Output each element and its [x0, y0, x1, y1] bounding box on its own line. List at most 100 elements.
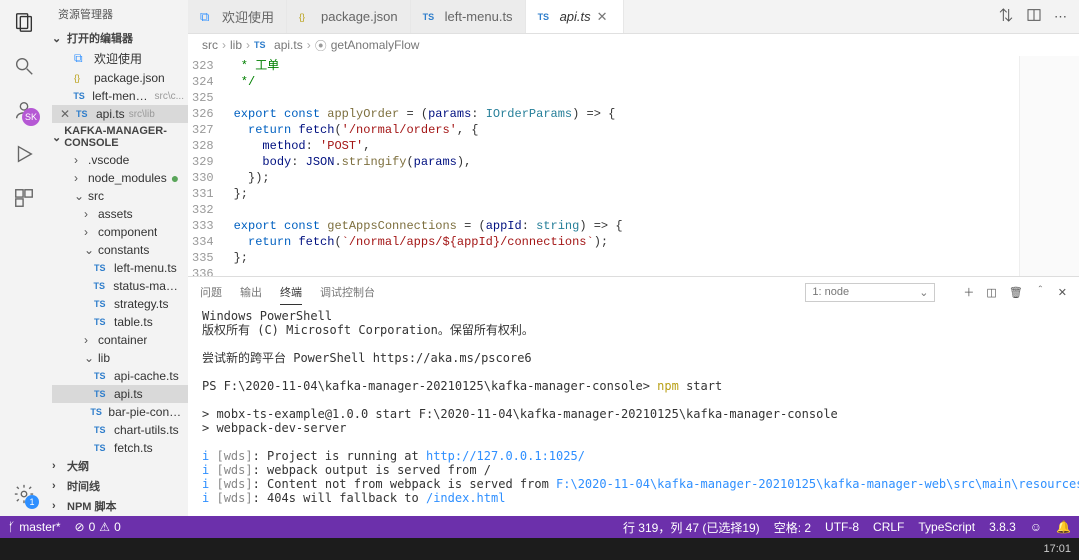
- tree-item[interactable]: TSapi.ts: [52, 385, 188, 403]
- ts-icon: TS: [94, 425, 110, 435]
- chevron-icon: ⌄: [74, 189, 84, 203]
- editor-tab[interactable]: TSleft-menu.ts: [411, 0, 526, 33]
- breadcrumb[interactable]: src› lib› TS api.ts› ⦿ getAnomalyFlow: [188, 34, 1079, 56]
- vscode-icon: ⧉: [74, 51, 90, 66]
- explorer-icon[interactable]: [12, 10, 36, 34]
- open-editor-item[interactable]: ✕TSapi.ts src\lib: [52, 105, 188, 123]
- activity-bar: SK 1: [0, 0, 48, 516]
- ts-icon: TS: [94, 317, 110, 327]
- ts-icon: TS: [423, 12, 439, 22]
- tree-item[interactable]: TSstatus-map.ts: [52, 277, 188, 295]
- open-editor-item[interactable]: TSleft-menu.ts src\c...: [52, 87, 188, 105]
- settings-icon[interactable]: 1: [12, 482, 36, 506]
- panel-tab[interactable]: 输出: [240, 280, 262, 305]
- method-icon: ⦿: [315, 37, 327, 54]
- ts-icon: TS: [94, 443, 110, 453]
- chevron-icon: ⌄: [84, 243, 94, 257]
- split-editor-icon[interactable]: [1026, 7, 1042, 26]
- compare-icon[interactable]: [998, 7, 1014, 26]
- outline-section[interactable]: ›大纲: [48, 456, 188, 476]
- split-terminal-icon[interactable]: ◫: [986, 286, 996, 299]
- open-editor-item[interactable]: ⧉欢迎使用: [52, 48, 188, 69]
- run-icon[interactable]: [12, 142, 36, 166]
- terminal-selector[interactable]: 1: node⌄: [805, 283, 935, 302]
- editor-tab[interactable]: TSapi.ts✕: [526, 0, 624, 33]
- tree-item[interactable]: TSstrategy.ts: [52, 295, 188, 313]
- editor-tab[interactable]: ⧉欢迎使用: [188, 0, 287, 33]
- indent-indicator[interactable]: 空格: 2: [774, 519, 811, 536]
- close-icon[interactable]: ✕: [60, 107, 72, 121]
- clock: 17:01: [1043, 543, 1071, 555]
- tree-item[interactable]: TSchart-utils.ts: [52, 421, 188, 439]
- sidebar-title: 资源管理器: [48, 0, 188, 28]
- tree-item[interactable]: TStable.ts: [52, 313, 188, 331]
- sidebar: 资源管理器 ⌄打开的编辑器 ⧉欢迎使用{}package.jsonTSleft-…: [48, 0, 188, 516]
- chevron-icon: ›: [84, 333, 94, 347]
- open-editor-item[interactable]: {}package.json: [52, 69, 188, 87]
- open-editors-section[interactable]: ⌄打开的编辑器: [48, 28, 188, 48]
- eol-indicator[interactable]: CRLF: [873, 520, 904, 534]
- ts-icon: TS: [94, 299, 110, 309]
- tree-item[interactable]: ›component: [52, 223, 188, 241]
- tree-item[interactable]: ›node_modules●: [52, 169, 188, 187]
- tree-item[interactable]: ›assets: [52, 205, 188, 223]
- bell-icon[interactable]: 🔔: [1056, 520, 1071, 534]
- ts-icon: TS: [90, 407, 104, 417]
- panel-tab[interactable]: 问题: [200, 280, 222, 305]
- cursor-position[interactable]: 行 319，列 47 (已选择19): [623, 519, 760, 536]
- tree-item[interactable]: ⌄lib: [52, 349, 188, 367]
- tree-item[interactable]: TSleft-menu.ts: [52, 259, 188, 277]
- ts-icon: TS: [76, 109, 92, 119]
- timeline-section[interactable]: ›时间线: [48, 476, 188, 496]
- code-editor[interactable]: 323 324 325 326 327 328 329 330 331 332 …: [188, 56, 1019, 276]
- tabs-bar: ⧉欢迎使用{}package.jsonTSleft-menu.tsTSapi.t…: [188, 0, 1079, 34]
- tree-item[interactable]: TSbar-pie-config.ts: [52, 403, 188, 421]
- ts-icon: TS: [94, 389, 110, 399]
- ts-version[interactable]: 3.8.3: [989, 520, 1016, 534]
- close-panel-icon[interactable]: ✕: [1058, 286, 1067, 299]
- ts-icon: TS: [254, 40, 270, 50]
- chevron-icon: ›: [74, 153, 84, 167]
- json-icon: {}: [299, 12, 315, 22]
- chevron-icon: ›: [84, 207, 94, 221]
- bottom-panel: 问题输出终端调试控制台 1: node⌄ ＋ ◫ 🗑 ＾ ✕ Windows P…: [188, 276, 1079, 516]
- modified-dot-icon: ●: [171, 174, 179, 182]
- branch-indicator[interactable]: ᚶ master*: [8, 520, 61, 534]
- panel-tab[interactable]: 调试控制台: [320, 280, 375, 305]
- panel-tab[interactable]: 终端: [280, 280, 302, 305]
- maximize-panel-icon[interactable]: ＾: [1035, 284, 1046, 300]
- encoding-indicator[interactable]: UTF-8: [825, 520, 859, 534]
- terminal-output[interactable]: Windows PowerShell 版权所有 (C) Microsoft Co…: [188, 307, 1079, 516]
- tree-item[interactable]: ›.vscode: [52, 151, 188, 169]
- more-icon[interactable]: ⋯: [1054, 9, 1067, 25]
- account-icon[interactable]: SK: [12, 98, 36, 122]
- chevron-icon: ⌄: [84, 351, 94, 365]
- status-bar: ᚶ master* ⊘ 0 ⚠ 0 行 319，列 47 (已选择19) 空格:…: [0, 516, 1079, 538]
- chevron-icon: ›: [84, 225, 94, 239]
- extensions-icon[interactable]: [12, 186, 36, 210]
- minimap[interactable]: [1019, 56, 1079, 276]
- chevron-icon: ›: [74, 171, 84, 185]
- editor-tab[interactable]: {}package.json: [287, 0, 411, 33]
- tree-item[interactable]: TSapi-cache.ts: [52, 367, 188, 385]
- os-taskbar: 17:01: [0, 538, 1079, 560]
- search-icon[interactable]: [12, 54, 36, 78]
- tree-item[interactable]: ›container: [52, 331, 188, 349]
- close-icon[interactable]: ✕: [597, 9, 611, 25]
- tree-item[interactable]: TSfetch.ts: [52, 439, 188, 456]
- tree-item[interactable]: ⌄src: [52, 187, 188, 205]
- tree-item[interactable]: ⌄constants: [52, 241, 188, 259]
- ts-icon: TS: [94, 263, 110, 273]
- vscode-icon: ⧉: [200, 9, 216, 25]
- project-section[interactable]: ⌄KAFKA-MANAGER-CONSOLE: [48, 123, 188, 151]
- npm-section[interactable]: ›NPM 脚本: [48, 496, 188, 516]
- chevron-down-icon: ⌄: [919, 286, 928, 299]
- feedback-icon[interactable]: ☺: [1030, 520, 1042, 534]
- language-indicator[interactable]: TypeScript: [918, 520, 975, 534]
- json-icon: {}: [74, 73, 90, 83]
- ts-icon: TS: [73, 91, 88, 101]
- new-terminal-icon[interactable]: ＋: [963, 284, 974, 300]
- ts-icon: TS: [94, 371, 110, 381]
- problems-indicator[interactable]: ⊘ 0 ⚠ 0: [75, 520, 121, 534]
- trash-icon[interactable]: 🗑: [1009, 286, 1023, 299]
